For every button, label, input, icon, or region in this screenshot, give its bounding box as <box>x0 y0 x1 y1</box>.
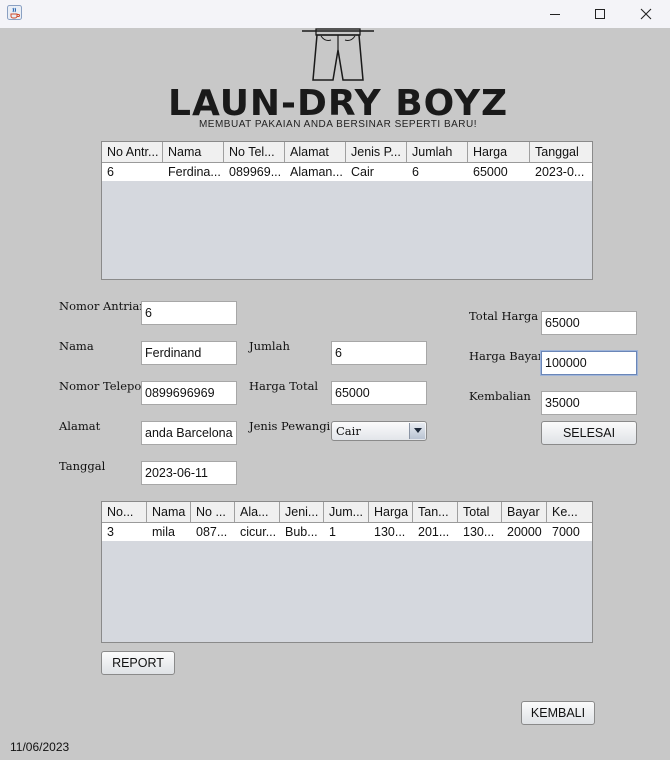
column-header[interactable]: Harga <box>369 502 413 522</box>
harga-bayar-field[interactable]: 100000 <box>540 350 638 376</box>
harga-total-field[interactable]: 65000 <box>331 381 427 405</box>
table-cell: 089969... <box>229 165 282 179</box>
column-header[interactable]: Alamat <box>285 142 346 162</box>
jenis-pewangi-label: Jenis Pewangi <box>249 419 331 433</box>
table-cell: 6 <box>107 165 114 179</box>
nomor-antrian-field[interactable]: 6 <box>141 301 237 325</box>
report-button[interactable]: REPORT <box>101 651 175 675</box>
nama-label: Nama <box>59 339 94 353</box>
column-header[interactable]: Jenis P... <box>346 142 407 162</box>
history-table[interactable]: No... Nama No ... Ala... Jeni... Jum... … <box>101 501 593 643</box>
kembalian-field[interactable]: 35000 <box>541 391 637 415</box>
table-cell: 20000 <box>507 525 542 539</box>
harga-bayar-label: Harga Bayar <box>469 349 544 363</box>
maximize-button[interactable] <box>577 0 623 28</box>
jumlah-label: Jumlah <box>249 339 290 353</box>
harga-total-label: Harga Total <box>249 379 319 393</box>
alamat-field[interactable]: anda Barcelona <box>141 421 237 445</box>
table-cell: mila <box>152 525 175 539</box>
title-bar <box>0 0 670 28</box>
table-cell: 1 <box>329 525 336 539</box>
table-cell: 130... <box>463 525 495 539</box>
column-header[interactable]: No ... <box>191 502 235 522</box>
minimize-button[interactable] <box>532 0 578 28</box>
pants-hanger-icon <box>302 28 374 81</box>
close-icon <box>640 8 652 20</box>
column-header[interactable]: No Antr... <box>102 142 163 162</box>
logo: LAUN-DRY BOYZ MEMBUAT PAKAIAN ANDA BERSI… <box>168 28 508 138</box>
column-header[interactable]: Ala... <box>235 502 280 522</box>
column-header[interactable]: Jum... <box>324 502 369 522</box>
tanggal-field[interactable]: 2023-06-11 <box>141 461 237 485</box>
column-header[interactable]: Harga <box>468 142 530 162</box>
total-harga-field[interactable]: 65000 <box>541 311 637 335</box>
column-header[interactable]: Bayar <box>502 502 547 522</box>
java-icon <box>7 5 22 20</box>
close-button[interactable] <box>623 0 669 28</box>
column-header[interactable]: Jeni... <box>280 502 324 522</box>
column-header[interactable]: No... <box>102 502 147 522</box>
table-cell: 3 <box>107 525 114 539</box>
jenis-pewangi-dropdown[interactable]: Cair <box>331 421 427 441</box>
table-cell: Bub... <box>285 525 318 539</box>
nomor-telepon-label: Nomor Telepon <box>59 379 149 393</box>
table-cell: 201... <box>418 525 450 539</box>
table-cell: Cair <box>351 165 374 179</box>
maximize-icon <box>595 9 605 19</box>
alamat-label: Alamat <box>59 419 101 433</box>
jumlah-field[interactable]: 6 <box>331 341 427 365</box>
total-harga-label: Total Harga <box>469 309 539 323</box>
selesai-button[interactable]: SELESAI <box>541 421 637 445</box>
table-header: No... Nama No ... Ala... Jeni... Jum... … <box>102 502 592 523</box>
column-header[interactable]: Tan... <box>413 502 458 522</box>
table-cell: 6 <box>412 165 419 179</box>
column-header[interactable]: Jumlah <box>407 142 468 162</box>
table-cell: 087... <box>196 525 228 539</box>
nomor-antrian-label: Nomor Antrian <box>59 299 147 313</box>
column-header[interactable]: Nama <box>147 502 191 522</box>
table-cell: cicur... <box>240 525 277 539</box>
queue-table[interactable]: No Antr... Nama No Tel... Alamat Jenis P… <box>101 141 593 280</box>
table-cell: 130... <box>374 525 406 539</box>
table-header: No Antr... Nama No Tel... Alamat Jenis P… <box>102 142 592 163</box>
status-date: 11/06/2023 <box>10 740 70 754</box>
table-row[interactable]: 3 mila 087... cicur... Bub... 1 130... 2… <box>102 523 592 541</box>
kembalian-label: Kembalian <box>469 389 531 403</box>
column-header[interactable]: Tanggal <box>530 142 592 162</box>
table-row[interactable]: 6 Ferdina... 089969... Alaman... Cair 6 … <box>102 163 592 181</box>
minimize-icon <box>550 14 560 15</box>
column-header[interactable]: No Tel... <box>224 142 285 162</box>
logo-subtitle: MEMBUAT PAKAIAN ANDA BERSINAR SEPERTI BA… <box>198 119 478 130</box>
table-cell: 65000 <box>473 165 508 179</box>
kembali-button[interactable]: KEMBALI <box>521 701 595 725</box>
nama-field[interactable]: Ferdinand <box>141 341 237 365</box>
nomor-telepon-field[interactable]: 0899696969 <box>141 381 237 405</box>
column-header[interactable]: Ke... <box>547 502 591 522</box>
column-header[interactable]: Nama <box>163 142 224 162</box>
logo-title: LAUN-DRY BOYZ <box>168 83 509 124</box>
tanggal-label: Tanggal <box>59 459 106 473</box>
column-header[interactable]: Total <box>458 502 502 522</box>
table-cell: 7000 <box>552 525 580 539</box>
table-cell: Ferdina... <box>168 165 221 179</box>
jenis-pewangi-value: Cair <box>336 424 361 438</box>
table-cell: Alaman... <box>290 165 343 179</box>
table-cell: 2023-0... <box>535 165 585 179</box>
chevron-down-icon[interactable] <box>409 423 425 439</box>
